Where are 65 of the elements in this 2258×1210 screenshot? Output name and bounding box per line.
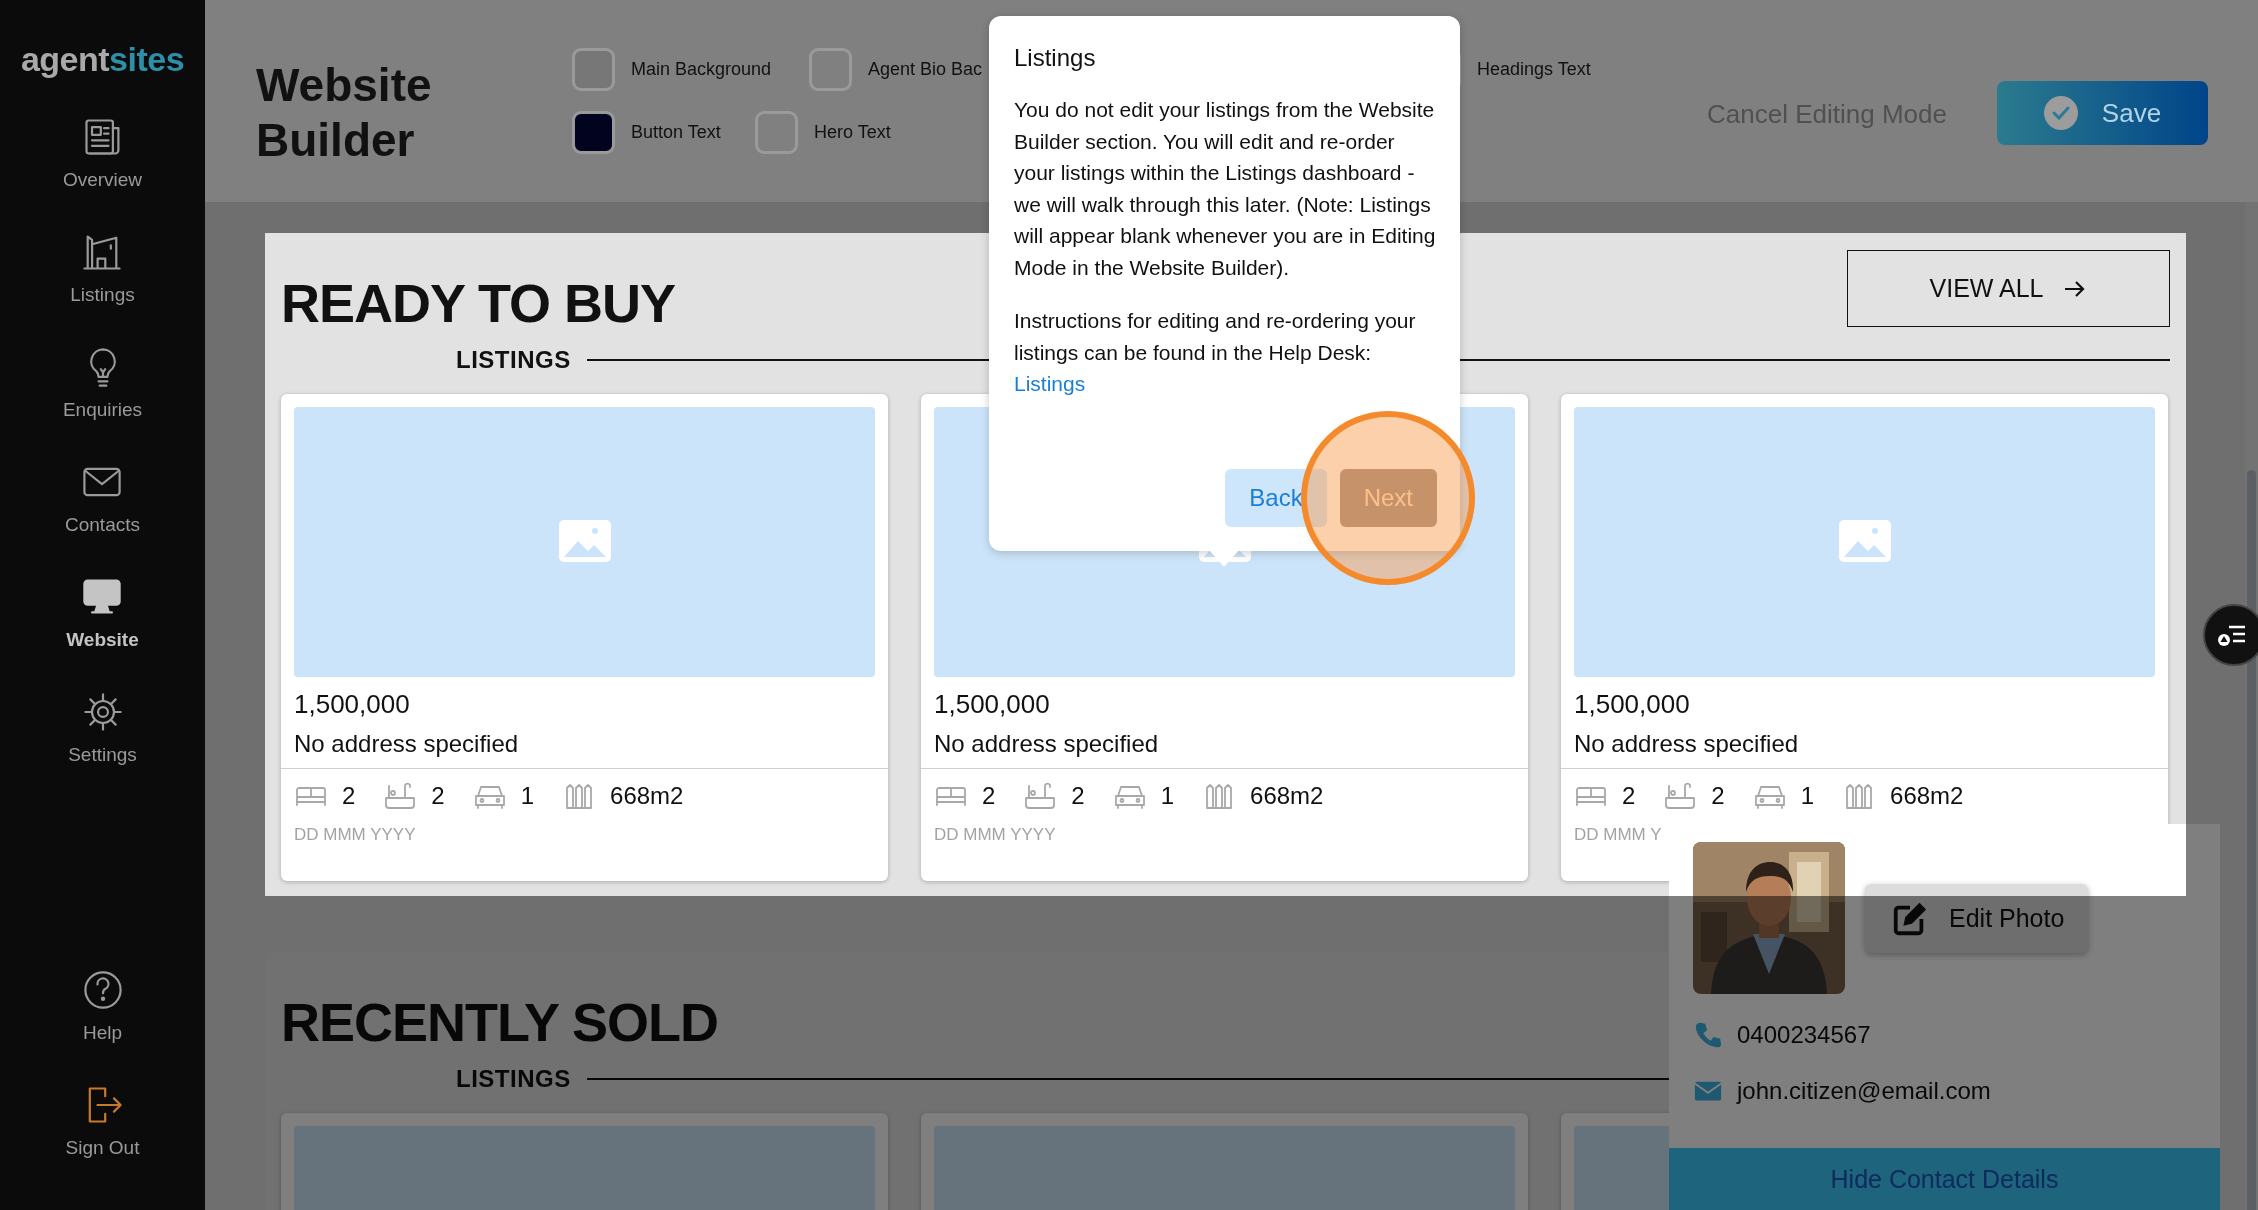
popover-text: Instructions for editing and re-ordering your listings can be found in the Help Desk: Listings <box>1014 308 1417 397</box>
bathtub-icon <box>1663 781 1698 811</box>
feature-value: 2 <box>1711 782 1725 810</box>
sidebar-item[interactable]: Sign Out <box>65 1083 140 1159</box>
swatch-label: Main Background <box>631 59 772 80</box>
listing-card[interactable]: 1,500,000 No address specified 2 2 1 668m2 DD MMM YYYY <box>281 394 888 881</box>
feature-value: 2 <box>1071 782 1085 810</box>
listing-price: 1,500,000 <box>293 688 411 720</box>
swatch-label: Hero Text <box>814 122 891 143</box>
color-swatch[interactable] <box>572 111 615 154</box>
listing-card[interactable]: 1,500,000 No address specified 2 2 1 668m2 DD MMM Y <box>1561 394 2168 881</box>
sidebar-item[interactable]: Overview <box>62 115 143 191</box>
section-title: READY TO BUY <box>281 272 676 334</box>
feature-value: 668m2 <box>1250 782 1324 810</box>
listing-date: DD MMM YYYY <box>293 824 417 845</box>
help-desk-link[interactable]: Listings <box>1014 372 1086 395</box>
page-title: Website Builder <box>256 57 433 168</box>
view-all-button[interactable]: VIEW ALL <box>1847 250 2170 327</box>
section-subtitle: LISTINGS <box>456 1065 571 1093</box>
feature-value: 1 <box>1800 782 1815 810</box>
bathtub-icon <box>383 781 418 811</box>
email-address: john.citizen@email.com <box>1737 1077 1991 1105</box>
color-swatch[interactable] <box>755 111 798 154</box>
feature-value: 1 <box>1160 782 1175 810</box>
phone-icon <box>1693 1020 1723 1050</box>
feature-value: 2 <box>431 782 445 810</box>
list-icon <box>2217 623 2247 647</box>
edit-photo-button[interactable]: Edit Photo <box>1865 884 2088 953</box>
sidebar-item[interactable]: Settings <box>68 690 137 766</box>
feature-value: 668m2 <box>1890 782 1964 810</box>
listing-address: No address specified <box>1561 720 2168 769</box>
listing-address: No address specified <box>921 720 1528 769</box>
scrollbar-thumb[interactable] <box>2247 470 2256 1210</box>
section-subtitle: LISTINGS <box>456 346 571 374</box>
swatch-label: Button Text <box>631 122 721 143</box>
image-icon <box>558 520 611 562</box>
swatch-label: Agent Bio Bac <box>868 59 983 80</box>
scrollbar[interactable] <box>2245 202 2258 1210</box>
check-icon <box>2043 96 2078 130</box>
logo: agentsites <box>20 40 185 79</box>
sidebar-item[interactable]: Website <box>66 575 139 651</box>
feature-value: 2 <box>982 782 996 810</box>
popover-text: You do not edit your listings from the Website Builder section. You will edit and re-order your listings within the Listings dashboard - we will walk through this later. (Note: Listings will appear blank whenever you are in Editing Mode in the Website Builder). <box>1014 97 1437 281</box>
sidebar-item[interactable]: Help <box>80 968 125 1044</box>
image-icon <box>1838 520 1891 562</box>
sidebar-item[interactable]: Listings <box>70 230 135 306</box>
swatch-label: Headings Text <box>1477 59 1591 80</box>
popover-title: Listings <box>1014 44 1097 72</box>
listing-date: DD MMM Y <box>1573 824 1663 845</box>
color-swatch[interactable] <box>809 48 852 91</box>
feature-value: 668m2 <box>610 782 684 810</box>
feature-value: 2 <box>1622 782 1636 810</box>
feature-value: 2 <box>342 782 356 810</box>
sidebar-item[interactable]: Enquiries <box>62 345 143 421</box>
sidebar-item[interactable]: Contacts <box>65 460 140 536</box>
section-title: RECENTLY SOLD <box>281 991 719 1053</box>
listing-address: No address specified <box>281 720 888 769</box>
save-button[interactable]: Save <box>1997 81 2208 145</box>
listing-date: DD MMM YYYY <box>933 824 1057 845</box>
listing-price: 1,500,000 <box>933 688 1051 720</box>
phone-number: 0400234567 <box>1737 1021 1871 1049</box>
listing-price: 1,500,000 <box>1573 688 1691 720</box>
bathtub-icon <box>1023 781 1058 811</box>
feature-value: 1 <box>520 782 535 810</box>
color-swatch[interactable] <box>572 48 615 91</box>
